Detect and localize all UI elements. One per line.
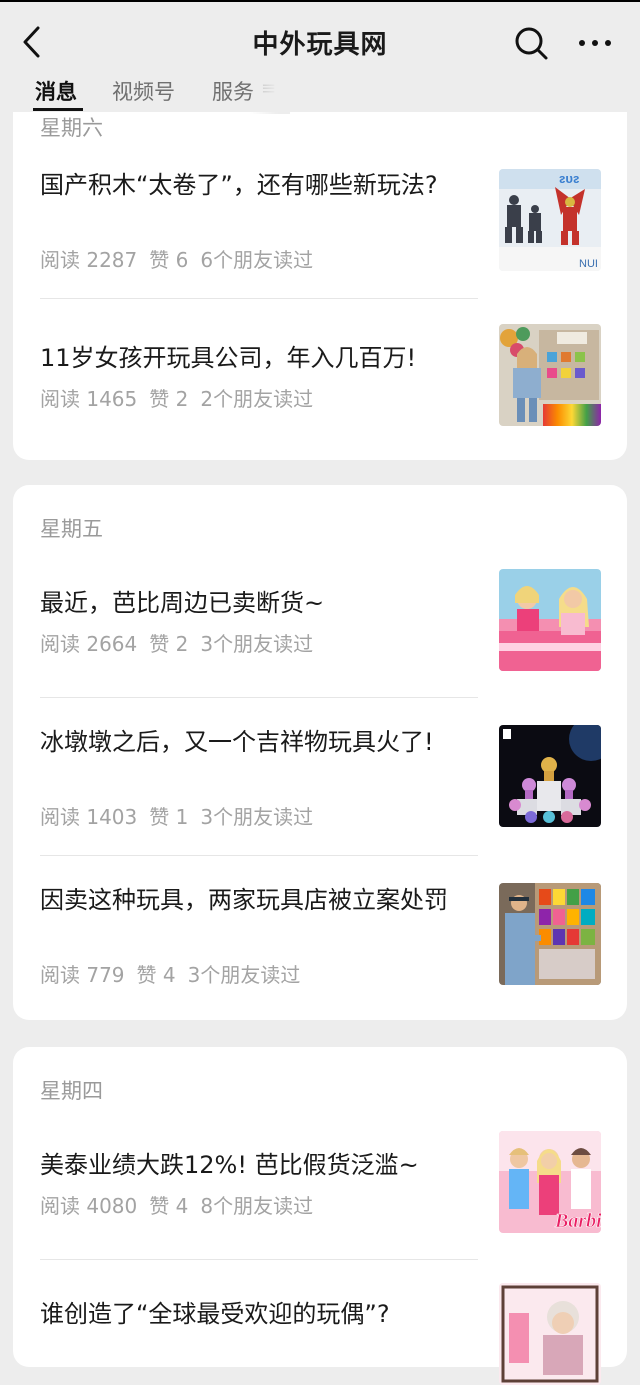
robot-toys-image: ᴤᴜᴤ NUI [499, 169, 601, 271]
friends-read: 3个朋友读过 [200, 632, 314, 656]
read-count: 阅读 779 [40, 963, 125, 987]
message-card-thursday: 星期四 美泰业绩大跌12%! 芭比假货泛滥~ 阅读 4080 赞 4 8个朋友读过 … [13, 1047, 627, 1385]
article-meta: 阅读 2287 赞 6 6个朋友读过 [40, 244, 325, 273]
friends-read: 3个朋友读过 [187, 963, 301, 987]
tab-active-indicator [33, 108, 83, 111]
divider [40, 855, 478, 856]
like-count: 赞 2 [149, 632, 189, 656]
girl-toy-store-image [499, 324, 601, 426]
article-title: 国产积木“太卷了”，还有哪些新玩法? [40, 171, 438, 199]
article-meta: 阅读 2664 赞 2 3个朋友读过 [40, 628, 325, 657]
friends-read: 8个朋友读过 [200, 1194, 314, 1218]
article-thumbnail [499, 1283, 601, 1385]
message-card-friday: 星期五 最近，芭比周边已卖断货~ 阅读 2664赞 23个朋友读过 冰墩墩之 [13, 485, 627, 1020]
article-title: 谁创造了“全球最受欢迎的玩偶”? [40, 1300, 390, 1328]
tab-messages[interactable]: 消息 [35, 76, 77, 106]
tab-bar: 消息 视频号 服务 ≡ [0, 74, 640, 114]
tab-fade-overlay [250, 74, 290, 114]
divider [40, 1259, 478, 1260]
article-title: 冰墩墩之后，又一个吉祥物玩具火了! [40, 728, 434, 756]
article-thumbnail [499, 725, 601, 827]
tab-video-channel[interactable]: 视频号 [112, 76, 175, 106]
article-meta: 阅读 779 赞 4 3个朋友读过 [40, 959, 312, 988]
article-title: 11岁女孩开玩具公司，年入几百万! [40, 344, 417, 372]
barbie-logo: Barbie [554, 1210, 601, 1232]
article-title: 美泰业绩大跌12%! 芭比假货泛滥~ [40, 1151, 419, 1179]
read-count: 阅读 4080 [40, 1194, 138, 1218]
article-title: 因卖这种玩具，两家玩具店被立案处罚 [40, 886, 448, 914]
article-meta: 阅读 1403 赞 1 3个朋友读过 [40, 801, 325, 830]
more-options-button[interactable] [574, 24, 616, 62]
barbie-movie-image [499, 569, 601, 671]
day-label: 星期四 [40, 1079, 103, 1103]
more-dots-icon [579, 40, 611, 46]
like-count: 赞 4 [136, 963, 176, 987]
divider [40, 697, 478, 698]
top-bar: 中外玩具网 [0, 0, 640, 82]
tab-services[interactable]: 服务 [212, 76, 254, 106]
svg-text:NUI: NUI [579, 258, 598, 270]
day-label: 星期五 [40, 517, 103, 541]
read-count: 阅读 2664 [40, 632, 138, 656]
article-thumbnail: Barbie [499, 1131, 601, 1233]
read-count: 阅读 1465 [40, 387, 138, 411]
article-thumbnail [499, 883, 601, 985]
doll-creator-image [499, 1283, 601, 1385]
like-count: 赞 2 [149, 387, 189, 411]
article-thumbnail: ᴤᴜᴤ NUI [499, 169, 601, 271]
like-count: 赞 1 [149, 805, 189, 829]
article-title: 最近，芭比周边已卖断货~ [40, 589, 325, 617]
friends-read: 2个朋友读过 [200, 387, 314, 411]
toy-store-inspection-image [499, 883, 601, 985]
day-label: 星期六 [40, 116, 103, 140]
like-count: 赞 4 [149, 1194, 189, 1218]
divider [40, 298, 478, 299]
like-count: 赞 6 [149, 248, 189, 272]
search-icon [515, 27, 548, 60]
read-count: 阅读 2287 [40, 248, 138, 272]
article-meta: 阅读 1465 赞 2 2个朋友读过 [40, 383, 325, 412]
mascot-toys-image [499, 725, 601, 827]
search-button[interactable] [512, 24, 550, 62]
barbie-dolls-image: Barbie [499, 1131, 601, 1233]
article-thumbnail [499, 569, 601, 671]
svg-text:ᴤᴜᴤ: ᴤᴜᴤ [559, 171, 580, 186]
read-count: 阅读 1403 [40, 805, 138, 829]
article-thumbnail [499, 324, 601, 426]
friends-read: 3个朋友读过 [200, 805, 314, 829]
article-meta: 阅读 4080 赞 4 8个朋友读过 [40, 1190, 325, 1219]
friends-read: 6个朋友读过 [200, 248, 314, 272]
